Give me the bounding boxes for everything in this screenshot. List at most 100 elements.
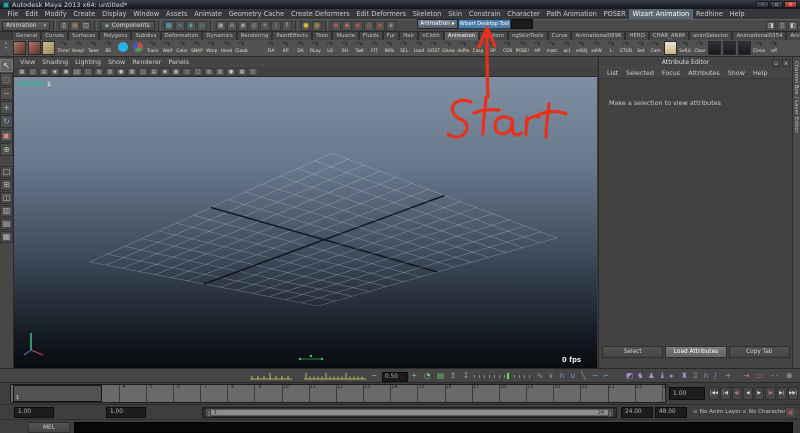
shelf-tab-fluids[interactable]: Fluids <box>359 32 383 40</box>
shelf-dots-icon[interactable]: ∴ <box>249 40 264 57</box>
universal-manipulator-tool[interactable]: ⊕ <box>0 143 13 156</box>
range-handle-right[interactable] <box>608 410 612 417</box>
viewport-menu-view[interactable]: View <box>20 58 35 66</box>
play-pose-icon[interactable]: ▸ <box>670 371 674 381</box>
shelf-item-da[interactable]: ↷DA <box>293 40 308 57</box>
spline-tangent-icon[interactable]: ∿ <box>537 371 543 381</box>
shelf-item-fia[interactable]: ↷FIA <box>264 40 279 57</box>
shelf-item-96[interactable]: ↷96% <box>382 40 397 57</box>
range-handle-left[interactable] <box>207 410 211 417</box>
highlight-selection-icon[interactable]: ● <box>301 21 311 31</box>
safe-title-icon[interactable]: ◫ <box>138 68 148 76</box>
camera-bookmark-icon[interactable]: ◫ <box>28 68 38 76</box>
anim-slider[interactable] <box>474 375 532 378</box>
help-icon[interactable]: ? <box>282 21 292 31</box>
shelf-item-cos[interactable]: ↷COS <box>500 40 515 57</box>
shelf-item-bs[interactable]: ↷BS <box>101 40 116 57</box>
shelf-item-dopla[interactable]: ↷doPla <box>456 40 471 57</box>
frame-cell-12[interactable]: 12 <box>310 385 337 402</box>
scale-tool[interactable]: ▣ <box>0 129 13 142</box>
shelf-item-rlay[interactable]: ↷RLay <box>308 40 323 57</box>
save-scene-icon[interactable]: ◫ <box>81 21 91 31</box>
frame-cell-24[interactable]: 24 <box>636 385 663 402</box>
settings-gear-icon[interactable]: ⊛ <box>786 371 792 381</box>
render-settings-icon[interactable]: + <box>260 21 270 31</box>
shelf-thumb-dark-1[interactable] <box>707 40 722 57</box>
play-forwards-button[interactable]: ▶ <box>754 387 764 400</box>
float-panel-icon[interactable]: ▫ <box>772 59 780 67</box>
shelf-tab-polygons[interactable]: Polygons <box>99 32 131 40</box>
shelf-item-time[interactable]: ↷Time! <box>56 40 71 57</box>
menu-item-wizart-desktop-tool[interactable]: Wizart Desktop Tool <box>458 19 511 29</box>
frame-cell-23[interactable]: 23 <box>609 385 636 402</box>
menu-character[interactable]: Character <box>504 9 543 19</box>
lock-selection-icon[interactable]: ◍ <box>312 21 322 31</box>
shelf-tab-curve[interactable]: Curve <box>548 32 572 40</box>
snap-to-grid-icon[interactable]: ▦ <box>164 21 174 31</box>
step-back-key-button[interactable]: ◀| <box>732 387 742 400</box>
shelf-item-sel[interactable]: ↷SEL <box>397 40 412 57</box>
playback-end-field[interactable]: 24.00 <box>621 407 653 418</box>
symmetry-icon[interactable]: ◈ <box>386 21 396 31</box>
shelf-item-gost[interactable]: ↷GOST <box>426 40 441 57</box>
shelf-item-wolf[interactable]: ↷Wolf <box>160 40 175 57</box>
shelf-tab-subdivs[interactable]: Subdivs <box>131 32 160 40</box>
multisampling-icon[interactable]: ● <box>226 68 236 76</box>
menu-item-animation[interactable]: Animation ▸ <box>417 19 458 29</box>
pose-tower-icon[interactable]: ♖ <box>692 371 699 381</box>
xray-icon[interactable]: ▦ <box>237 68 247 76</box>
split-layout-button[interactable]: ▤ <box>0 218 13 230</box>
shelf-thumb-character-1[interactable] <box>12 40 27 57</box>
frame-cell-21[interactable]: 21 <box>554 385 581 402</box>
selection-mode-dropdown[interactable]: ◈ Components <box>100 21 155 31</box>
menu-wizart-animation[interactable]: Wizart Animation <box>629 9 693 19</box>
isolate-select-icon[interactable]: ◫ <box>248 68 258 76</box>
shelf-item-color[interactable]: ↷Color <box>175 40 190 57</box>
shelf-tab-fur[interactable]: Fur <box>383 32 399 40</box>
export-anim-icon[interactable]: ↥ <box>450 371 456 381</box>
shelf-tab-general[interactable]: General <box>12 32 41 40</box>
ae-menu-show[interactable]: Show <box>728 69 745 77</box>
snapshot-icon[interactable]: ▭ <box>756 371 763 381</box>
ae-menu-attributes[interactable]: Attributes <box>688 69 720 77</box>
shelf-thumb-character-2[interactable] <box>27 40 42 57</box>
shelf-tab-ncloth[interactable]: nCloth <box>418 32 444 40</box>
soft-select-icon[interactable]: ◆ <box>375 21 385 31</box>
viewport-menu-renderer[interactable]: Renderer <box>132 58 161 66</box>
folder-icon[interactable]: ▤ <box>437 371 444 381</box>
menu-redhine[interactable]: Redhine <box>693 9 727 19</box>
shelf-tab-deformation[interactable]: Deformation <box>161 32 203 40</box>
frame-cell-10[interactable]: 10 <box>256 385 283 402</box>
image-plane-icon[interactable]: ▤ <box>39 68 49 76</box>
shelf-tab-muscle[interactable]: Muscle <box>332 32 359 40</box>
select-hierarchy-icon[interactable]: ◆ <box>331 21 341 31</box>
new-scene-icon[interactable]: ▯ <box>59 21 69 31</box>
shelf-item-set[interactable]: ↷Set <box>633 40 648 57</box>
anim-layout-button[interactable]: ◫ <box>0 192 13 204</box>
playback-start-field[interactable]: 1.00 <box>106 407 146 418</box>
range-slider-bar[interactable]: 1 24 <box>206 409 613 416</box>
current-frame-marker[interactable]: 1 <box>13 385 102 402</box>
shelf-tab-ngskintools[interactable]: ngSkinTools <box>508 32 548 40</box>
shelf-item-off[interactable]: ↷off <box>767 40 782 57</box>
shelf-tab-dynamics[interactable]: Dynamics <box>202 32 237 40</box>
safe-action-icon[interactable]: ▦ <box>127 68 137 76</box>
ae-button-copy-tab[interactable]: Copy Tab <box>729 346 790 358</box>
resolution-gate-icon[interactable]: ◍ <box>94 68 104 76</box>
shelf-item-l[interactable]: ↷L <box>604 40 619 57</box>
shelf-item-seric[interactable]: ↷SeRic <box>678 40 693 57</box>
play-backwards-button[interactable]: ◀ <box>743 387 753 400</box>
shelf-item-cam[interactable]: ↷Cam <box>648 40 663 57</box>
clamped-tangent-icon[interactable]: ∩ <box>559 371 565 381</box>
viewport-menu-panels[interactable]: Panels <box>168 58 189 66</box>
shelf-tab-hair[interactable]: Hair <box>399 32 418 40</box>
attribute-editor-header[interactable]: Attribute Editor ▫ × <box>599 57 792 68</box>
menu-modify[interactable]: Modify <box>41 9 70 19</box>
menu-assets[interactable]: Assets <box>163 9 191 19</box>
snap-to-plane-icon[interactable]: ◇ <box>197 21 207 31</box>
range-slider-track[interactable]: 1 24 <box>202 407 617 418</box>
frame-cell-18[interactable]: 18 <box>473 385 500 402</box>
menu-geometry-cache[interactable]: Geometry Cache <box>225 9 287 19</box>
shelf-item-selw[interactable]: ↷selW <box>589 40 604 57</box>
shelf-item-fit[interactable]: ↷FIT <box>367 40 382 57</box>
